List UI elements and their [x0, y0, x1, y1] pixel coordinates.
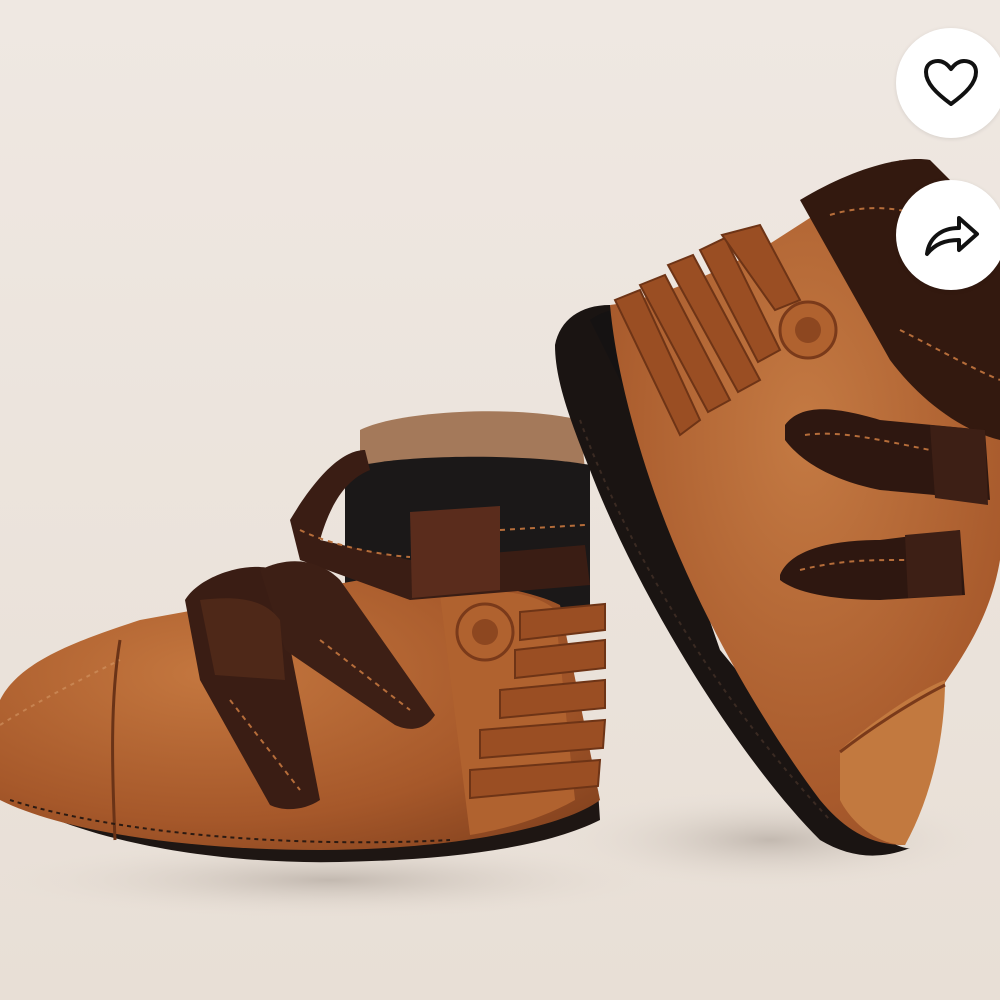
product-photo	[0, 0, 1000, 1000]
heart-icon	[924, 59, 978, 106]
favorite-button[interactable]	[896, 28, 1000, 138]
share-button[interactable]	[896, 180, 1000, 290]
share-arrow-icon	[925, 216, 979, 256]
product-gallery	[0, 0, 1000, 1000]
